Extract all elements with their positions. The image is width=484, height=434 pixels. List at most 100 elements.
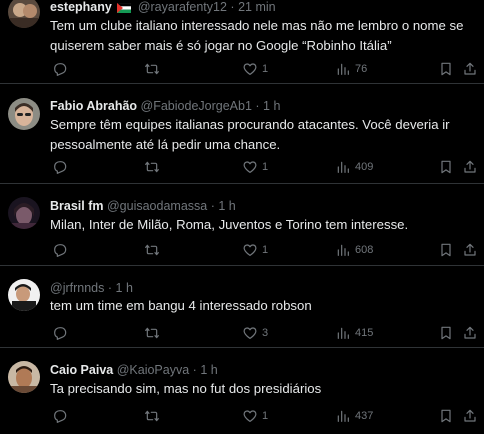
display-name[interactable]: Caio Paiva bbox=[50, 363, 113, 377]
timestamp[interactable]: 21 min bbox=[238, 0, 276, 14]
like-count: 1 bbox=[262, 63, 269, 75]
bookmark-button[interactable] bbox=[438, 158, 454, 176]
views-button[interactable]: 415 bbox=[335, 324, 373, 342]
heart-icon bbox=[242, 325, 258, 341]
reply-tweet[interactable]: Brasil fm @guisaodamassa · 1 h Milan, In… bbox=[0, 184, 484, 266]
views-button[interactable]: 437 bbox=[335, 407, 373, 425]
display-name[interactable]: Fabio Abrahão bbox=[50, 99, 137, 113]
reply-icon bbox=[52, 242, 68, 258]
user-handle[interactable]: @jrfrnnds bbox=[50, 281, 104, 295]
replies-feed: estephany @rayarafenty12 · 21 min Tem um… bbox=[0, 0, 484, 434]
timestamp[interactable]: 1 h bbox=[116, 281, 133, 295]
separator-dot: · bbox=[230, 0, 235, 14]
tweet-text: tem um time em bangu 4 interessado robso… bbox=[50, 298, 312, 313]
avatar[interactable] bbox=[8, 98, 40, 130]
view-count: 608 bbox=[355, 244, 374, 256]
share-icon bbox=[462, 325, 478, 341]
views-button[interactable]: 409 bbox=[335, 158, 373, 176]
like-button[interactable]: 1 bbox=[242, 407, 268, 425]
reply-button[interactable] bbox=[52, 241, 68, 259]
reply-tweet[interactable]: @jrfrnnds · 1 h tem um time em bangu 4 i… bbox=[0, 266, 484, 348]
bookmark-icon bbox=[438, 159, 454, 175]
tweet-header: Fabio Abrahão @FabiodeJorgeAb1 · 1 h bbox=[50, 97, 474, 115]
timestamp[interactable]: 1 h bbox=[200, 363, 217, 377]
tweet-text: Milan, Inter de Milão, Roma, Juventos e … bbox=[50, 217, 409, 232]
action-bar: 3 415 bbox=[50, 324, 484, 342]
action-bar: 1 437 bbox=[50, 407, 484, 425]
tweet-header: Caio Paiva @KaioPayva · 1 h bbox=[50, 361, 474, 379]
views-button[interactable]: 608 bbox=[335, 241, 373, 259]
bookmark-button[interactable] bbox=[438, 407, 454, 425]
bookmark-icon bbox=[438, 242, 454, 258]
like-button[interactable]: 3 bbox=[242, 324, 268, 342]
tweet-header: estephany @rayarafenty12 · 21 min bbox=[50, 0, 474, 16]
display-name[interactable]: estephany bbox=[50, 0, 112, 14]
bookmark-button[interactable] bbox=[438, 60, 454, 78]
user-handle[interactable]: @FabiodeJorgeAb1 bbox=[141, 99, 252, 113]
tweet-header: Brasil fm @guisaodamassa · 1 h bbox=[50, 197, 474, 215]
views-icon bbox=[335, 61, 351, 77]
retweet-button[interactable] bbox=[144, 324, 160, 342]
tweet-text: Sempre têm equipes italianas procurando … bbox=[50, 117, 450, 152]
share-icon bbox=[462, 242, 478, 258]
reply-tweet[interactable]: Caio Paiva @KaioPayva · 1 h Ta precisand… bbox=[0, 348, 484, 434]
share-button[interactable] bbox=[462, 158, 478, 176]
retweet-icon bbox=[144, 61, 160, 77]
share-button[interactable] bbox=[462, 241, 478, 259]
bookmark-button[interactable] bbox=[438, 241, 454, 259]
like-count: 1 bbox=[262, 244, 269, 256]
heart-icon bbox=[242, 61, 258, 77]
heart-icon bbox=[242, 408, 258, 424]
user-handle[interactable]: @guisaodamassa bbox=[107, 199, 207, 213]
bookmark-button[interactable] bbox=[438, 324, 454, 342]
action-bar: 1 76 bbox=[50, 60, 484, 78]
view-count: 415 bbox=[355, 327, 374, 339]
reply-button[interactable] bbox=[52, 158, 68, 176]
retweet-icon bbox=[144, 325, 160, 341]
like-button[interactable]: 1 bbox=[242, 60, 268, 78]
like-count: 1 bbox=[262, 161, 269, 173]
views-icon bbox=[335, 159, 351, 175]
reply-button[interactable] bbox=[52, 324, 68, 342]
share-button[interactable] bbox=[462, 60, 478, 78]
bookmark-icon bbox=[438, 408, 454, 424]
tweet-header: @jrfrnnds · 1 h bbox=[50, 279, 474, 297]
avatar[interactable] bbox=[8, 197, 40, 229]
user-handle[interactable]: @rayarafenty12 bbox=[138, 0, 227, 14]
reply-button[interactable] bbox=[52, 407, 68, 425]
reply-icon bbox=[52, 408, 68, 424]
reply-tweet[interactable]: Fabio Abrahão @FabiodeJorgeAb1 · 1 h Sem… bbox=[0, 84, 484, 184]
display-name[interactable]: Brasil fm bbox=[50, 199, 104, 213]
retweet-button[interactable] bbox=[144, 60, 160, 78]
share-button[interactable] bbox=[462, 407, 478, 425]
heart-icon bbox=[242, 159, 258, 175]
views-icon bbox=[335, 325, 351, 341]
tweet-text: Tem um clube italiano interessado nele m… bbox=[50, 18, 464, 53]
separator-dot: · bbox=[107, 281, 113, 295]
view-count: 76 bbox=[355, 63, 368, 75]
views-icon bbox=[335, 242, 351, 258]
view-count: 437 bbox=[355, 410, 374, 422]
retweet-icon bbox=[144, 159, 160, 175]
avatar[interactable] bbox=[8, 279, 40, 311]
reply-button[interactable] bbox=[52, 60, 68, 78]
timestamp[interactable]: 1 h bbox=[263, 99, 280, 113]
avatar[interactable] bbox=[8, 0, 40, 28]
separator-dot: · bbox=[255, 99, 260, 113]
retweet-icon bbox=[144, 408, 160, 424]
avatar[interactable] bbox=[8, 361, 40, 393]
reply-icon bbox=[52, 61, 68, 77]
retweet-button[interactable] bbox=[144, 407, 160, 425]
retweet-button[interactable] bbox=[144, 241, 160, 259]
user-handle[interactable]: @KaioPayva bbox=[117, 363, 189, 377]
share-button[interactable] bbox=[462, 324, 478, 342]
reply-tweet[interactable]: estephany @rayarafenty12 · 21 min Tem um… bbox=[0, 0, 484, 84]
timestamp[interactable]: 1 h bbox=[218, 199, 235, 213]
views-button[interactable]: 76 bbox=[335, 60, 367, 78]
like-button[interactable]: 1 bbox=[242, 241, 268, 259]
action-bar: 1 608 bbox=[50, 241, 484, 259]
tweet-text: Ta precisando sim, mas no fut dos presid… bbox=[50, 381, 322, 396]
like-count: 3 bbox=[262, 327, 269, 339]
retweet-button[interactable] bbox=[144, 158, 160, 176]
like-button[interactable]: 1 bbox=[242, 158, 268, 176]
